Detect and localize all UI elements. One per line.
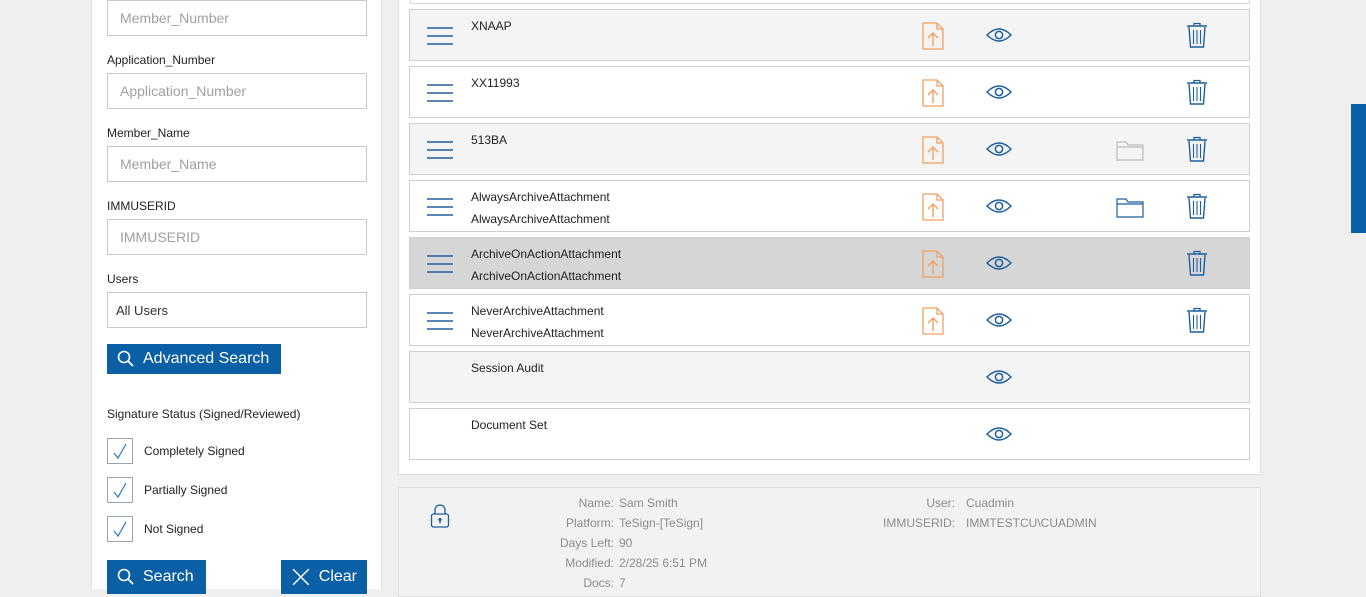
package-info-panel: Name: Sam Smith Platform: TeSign-[TeSign] Da… bbox=[398, 487, 1261, 597]
eye-icon[interactable] bbox=[985, 83, 1013, 101]
trash-icon[interactable] bbox=[1186, 193, 1208, 219]
info-key: Name: bbox=[578, 496, 614, 510]
users-label: Users bbox=[107, 272, 139, 286]
document-name: 513BA bbox=[471, 133, 508, 147]
upload-file-icon[interactable] bbox=[922, 307, 944, 335]
completely-signed-label: Completely Signed bbox=[144, 444, 245, 458]
document-subname: AlwaysArchiveAttachment bbox=[471, 212, 610, 226]
eye-icon[interactable] bbox=[985, 368, 1013, 386]
info-key: IMMUSERID: bbox=[883, 516, 955, 530]
menu-icon[interactable] bbox=[426, 139, 454, 161]
checkbox-partially-signed: Partially Signed bbox=[107, 477, 227, 503]
users-select[interactable] bbox=[107, 292, 367, 328]
folder-icon[interactable] bbox=[1116, 196, 1144, 218]
document-row[interactable]: Session Audit bbox=[409, 351, 1250, 403]
member-name-label: Member_Name bbox=[107, 126, 190, 140]
menu-icon[interactable] bbox=[426, 310, 454, 332]
document-row[interactable]: XNAAP bbox=[409, 9, 1250, 61]
search-icon bbox=[117, 350, 134, 367]
upload-file-icon[interactable] bbox=[922, 250, 944, 278]
advanced-search-label: Advanced Search bbox=[143, 350, 270, 367]
info-key: Days Left: bbox=[559, 536, 614, 550]
eye-icon[interactable] bbox=[985, 311, 1013, 329]
document-row[interactable]: XX11993 bbox=[409, 66, 1250, 118]
eye-icon[interactable] bbox=[985, 197, 1013, 215]
menu-icon[interactable] bbox=[426, 82, 454, 104]
filter-panel: Application_Number Member_Name IMMUSERID… bbox=[91, 0, 382, 594]
application-number-input[interactable] bbox=[107, 73, 367, 109]
document-row[interactable]: ArchiveOnActionAttachment ArchiveOnAction… bbox=[409, 237, 1250, 289]
search-icon bbox=[117, 568, 134, 585]
info-value: 7 bbox=[619, 576, 626, 590]
eye-icon[interactable] bbox=[985, 26, 1013, 44]
document-name: AlwaysArchiveAttachment bbox=[471, 190, 610, 204]
info-value: 90 bbox=[619, 536, 633, 550]
partially-signed-label: Partially Signed bbox=[144, 483, 228, 497]
checkbox-not-signed: Not Signed bbox=[107, 516, 203, 542]
not-signed-checkbox[interactable] bbox=[107, 516, 133, 542]
eye-icon[interactable] bbox=[985, 254, 1013, 272]
previous-row-edge bbox=[410, 0, 1250, 4]
clear-label: Clear bbox=[318, 568, 357, 585]
info-key: Modified: bbox=[565, 556, 614, 570]
trash-icon[interactable] bbox=[1186, 250, 1208, 276]
search-label: Search bbox=[143, 568, 194, 585]
signature-status-title: Signature Status (Signed/Reviewed) bbox=[107, 407, 301, 421]
menu-icon[interactable] bbox=[426, 25, 454, 47]
info-value: Cuadmin bbox=[966, 496, 1015, 510]
member-number-input[interactable] bbox=[107, 0, 367, 36]
trash-icon[interactable] bbox=[1186, 22, 1208, 48]
menu-icon[interactable] bbox=[426, 253, 454, 275]
member-name-input[interactable] bbox=[107, 146, 367, 182]
immuserid-input[interactable] bbox=[107, 219, 367, 255]
document-name: Session Audit bbox=[471, 361, 544, 375]
close-icon bbox=[292, 568, 310, 586]
checkbox-completely-signed: Completely Signed bbox=[107, 438, 245, 464]
application-number-label: Application_Number bbox=[107, 53, 216, 67]
checkmark-icon bbox=[113, 443, 127, 460]
document-name: XX11993 bbox=[471, 76, 520, 90]
info-key: Docs: bbox=[583, 576, 614, 590]
not-signed-label: Not Signed bbox=[144, 522, 204, 536]
info-value: TeSign-[TeSign] bbox=[619, 516, 704, 530]
info-value: IMMTESTCU\CUADMIN bbox=[966, 516, 1097, 530]
upload-file-icon[interactable] bbox=[922, 136, 944, 164]
document-name: Document Set bbox=[471, 418, 548, 432]
completely-signed-checkbox[interactable] bbox=[107, 438, 133, 464]
upload-file-icon[interactable] bbox=[922, 79, 944, 107]
document-row[interactable]: AlwaysArchiveAttachment AlwaysArchiveAtta… bbox=[409, 180, 1250, 232]
document-name: ArchiveOnActionAttachment bbox=[471, 247, 622, 261]
upload-file-icon[interactable] bbox=[922, 193, 944, 221]
document-row[interactable]: NeverArchiveAttachment NeverArchiveAttach… bbox=[409, 294, 1250, 346]
advanced-search-button[interactable]: Advanced Search bbox=[107, 344, 281, 374]
side-tab-handle[interactable] bbox=[1351, 104, 1366, 233]
lock-icon bbox=[430, 504, 450, 528]
eye-icon[interactable] bbox=[985, 425, 1013, 443]
info-value: 2/28/25 6:51 PM bbox=[619, 556, 708, 570]
trash-icon[interactable] bbox=[1186, 307, 1208, 333]
checkmark-icon bbox=[113, 482, 127, 499]
trash-icon[interactable] bbox=[1186, 79, 1208, 105]
menu-icon[interactable] bbox=[426, 196, 454, 218]
trash-icon[interactable] bbox=[1186, 136, 1208, 162]
document-row[interactable]: 513BA bbox=[409, 123, 1250, 175]
folder-icon[interactable] bbox=[1116, 139, 1144, 161]
document-subname: NeverArchiveAttachment bbox=[471, 326, 604, 340]
document-name: NeverArchiveAttachment bbox=[471, 304, 604, 318]
info-key: User: bbox=[926, 496, 955, 510]
eye-icon[interactable] bbox=[985, 140, 1013, 158]
immuserid-label: IMMUSERID bbox=[107, 199, 176, 213]
info-value: Sam Smith bbox=[619, 496, 678, 510]
document-name: XNAAP bbox=[471, 19, 512, 33]
document-subname: ArchiveOnActionAttachment bbox=[471, 269, 622, 283]
info-key: Platform: bbox=[565, 516, 614, 530]
partially-signed-checkbox[interactable] bbox=[107, 477, 133, 503]
checkmark-icon bbox=[113, 521, 127, 538]
upload-file-icon[interactable] bbox=[922, 22, 944, 50]
document-row[interactable]: Document Set bbox=[409, 408, 1250, 460]
